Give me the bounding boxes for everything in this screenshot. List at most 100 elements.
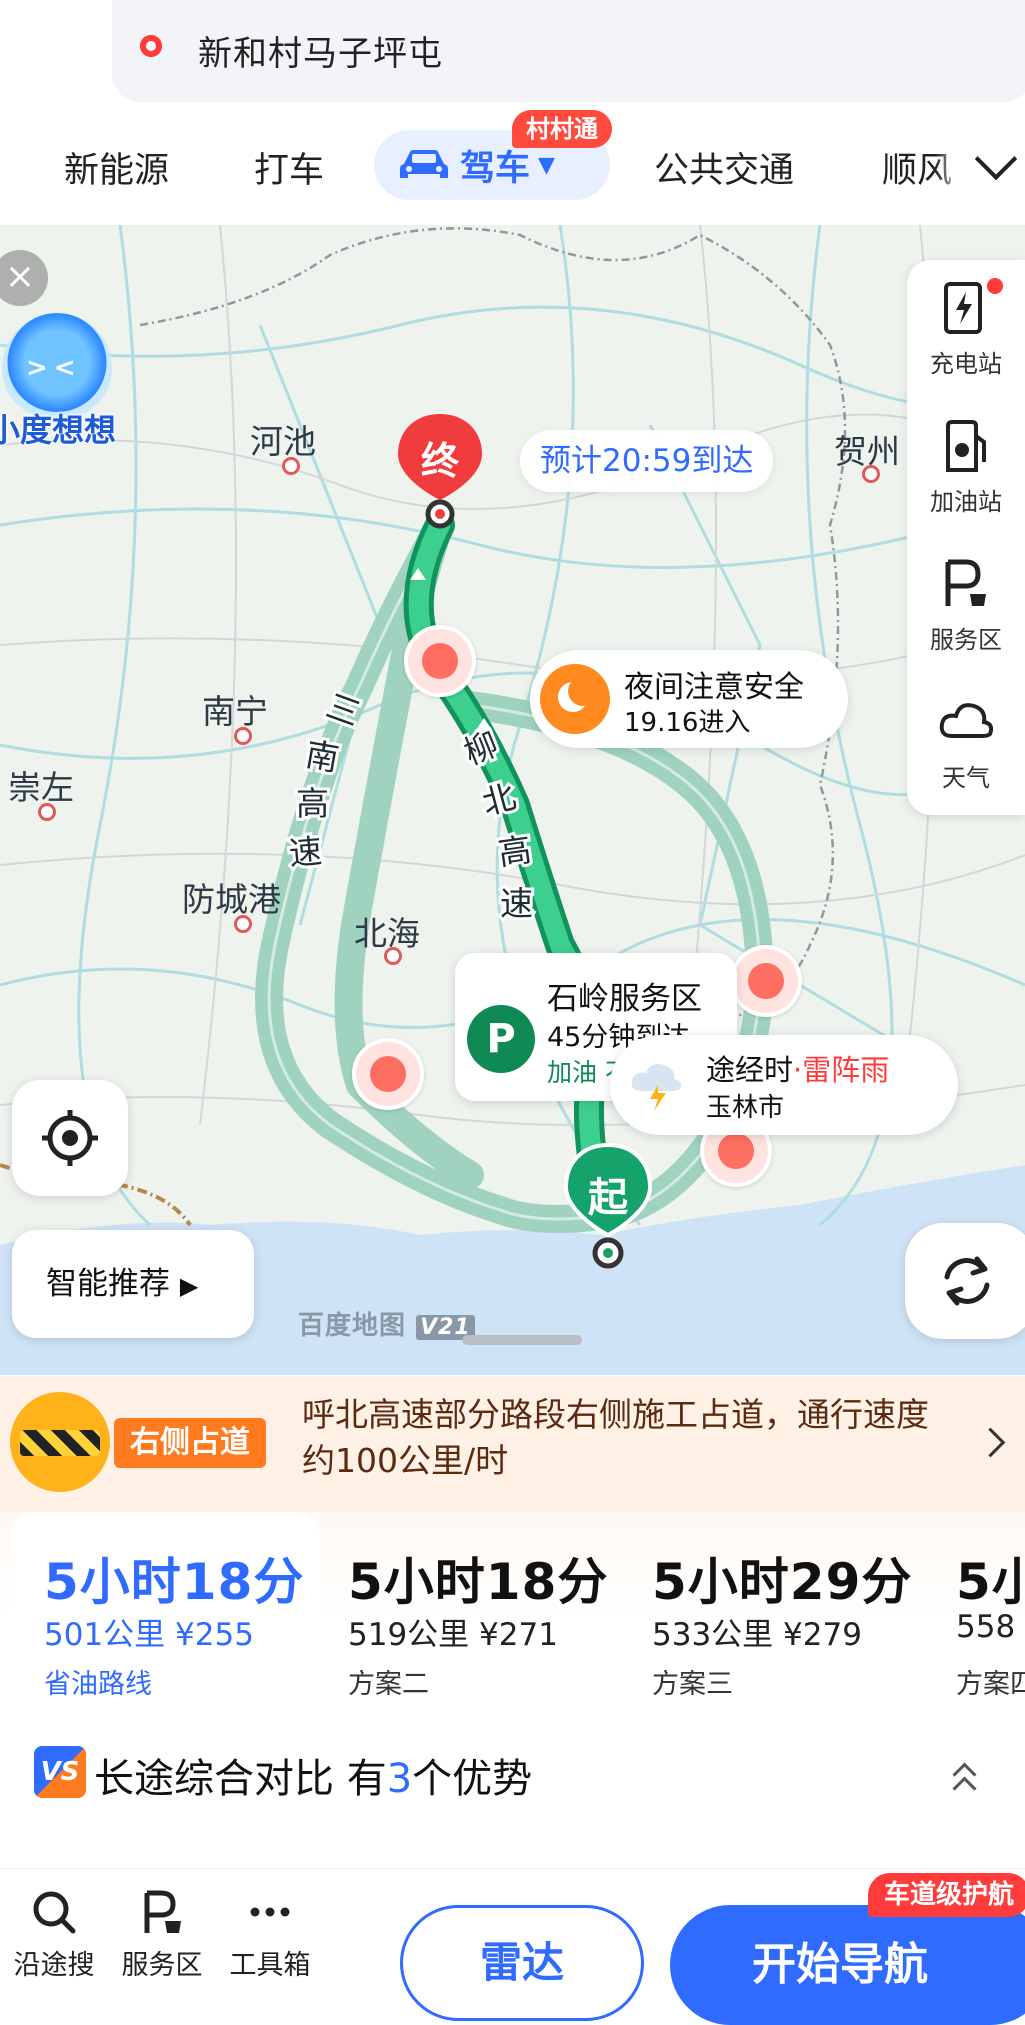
- road-barrier-icon: [10, 1392, 110, 1492]
- service-area-button[interactable]: 服务区: [112, 1887, 212, 1982]
- start-pin-label: 起: [588, 1175, 628, 1221]
- panel-drag-handle[interactable]: [462, 1335, 582, 1345]
- city-dot: [234, 727, 252, 745]
- play-arrow-icon: ▶: [179, 1272, 199, 1300]
- weather-place: 玉林市: [706, 1093, 785, 1123]
- route-map[interactable]: 三 南 高 速 柳 北 高 速 河池 贺州 南宁 崇左 防城港 北海 云浮 × …: [0, 225, 1025, 1375]
- moon-icon: [540, 664, 610, 734]
- car-icon: [400, 150, 448, 178]
- tool-weather-label: 天气: [942, 764, 990, 792]
- tool-gas-label: 加油站: [930, 488, 1002, 516]
- svg-text:高: 高: [496, 830, 534, 873]
- tool-service-area[interactable]: 服务区: [907, 554, 1025, 655]
- tool-gas-station[interactable]: 加油站: [907, 416, 1025, 517]
- map-brand-logo: 百度地图 V21: [298, 1305, 475, 1342]
- service-area-icon: [144, 1890, 181, 1933]
- service-area-name: 石岭服务区: [547, 981, 702, 1017]
- construction-warning-icon[interactable]: [352, 1038, 424, 1110]
- long-trip-compare[interactable]: VS 长途综合对比 有3个优势: [0, 1722, 1025, 1832]
- refresh-route-button[interactable]: [905, 1223, 1025, 1339]
- route-option-3[interactable]: 5小时29分 533公里 ¥279 方案三: [618, 1512, 928, 1712]
- eta-label: 预计20:59到达: [520, 430, 774, 492]
- weather-line-1: 途经时·雷阵雨: [706, 1047, 889, 1089]
- compare-text: 长途综合对比 有3个优势: [94, 1746, 532, 1804]
- tool-weather[interactable]: 天气: [907, 692, 1025, 793]
- city-dot: [384, 947, 402, 965]
- cloud-icon: [939, 703, 994, 738]
- thunderstorm-icon: [631, 1064, 682, 1111]
- chevron-right-icon: [975, 1427, 1006, 1458]
- tab-new-energy[interactable]: 新能源: [64, 142, 169, 193]
- route-distance-cost: 558: [956, 1609, 1016, 1645]
- bottom-action-bar: 沿途搜 服务区 工具箱 雷达 开始导航 车道级护航: [0, 1868, 1025, 2025]
- tab-public-transit[interactable]: 公共交通: [654, 142, 794, 193]
- assistant-eyes: ><: [26, 353, 82, 383]
- route-duration: 5小时18分: [348, 1553, 609, 1611]
- route-name: 方案四: [956, 1669, 1025, 1700]
- locate-me-button[interactable]: [12, 1080, 128, 1196]
- notice-text: 呼北高速部分路段右侧施工占道，通行速度约100公里/时: [302, 1395, 929, 1480]
- svg-text:速: 速: [287, 831, 323, 873]
- route-distance-cost: 533公里 ¥279: [652, 1617, 862, 1653]
- start-navigation-button[interactable]: 开始导航: [670, 1905, 1025, 2025]
- accident-warning-icon[interactable]: [730, 945, 802, 1017]
- tab-taxi[interactable]: 打车: [254, 142, 324, 193]
- caret-down-icon: ▼: [538, 152, 555, 178]
- route-duration: 5小: [956, 1553, 1025, 1611]
- end-pin-label: 终: [420, 439, 459, 483]
- assistant-label: 小度想想: [0, 411, 117, 449]
- route-distance-cost: 519公里 ¥271: [348, 1617, 558, 1653]
- route-name: 方案二: [348, 1669, 429, 1700]
- svg-text:高: 高: [296, 784, 329, 823]
- tool-charging-label: 充电站: [930, 350, 1002, 378]
- destination-text[interactable]: 新和村马子坪屯: [198, 26, 443, 75]
- tool-charging-station[interactable]: 充电站: [907, 278, 1025, 379]
- night-card-title: 夜间注意安全: [624, 670, 804, 705]
- route-name: 省油路线: [44, 1669, 152, 1700]
- route-options: 5小时18分 501公里 ¥255 省油路线 5小时18分 519公里 ¥271…: [0, 1512, 1025, 1722]
- route-option-4[interactable]: 5小 558 方案四: [922, 1512, 1025, 1712]
- route-distance-cost: 501公里 ¥255: [44, 1617, 254, 1653]
- compare-suffix: 个优势: [412, 1756, 533, 1802]
- smart-recommend-label: 智能推荐: [46, 1266, 170, 1302]
- city-dot: [282, 457, 300, 475]
- smart-recommend-button[interactable]: 智能推荐 ▶: [12, 1230, 254, 1338]
- route-option-1[interactable]: 5小时18分 501公里 ¥255 省油路线: [10, 1512, 320, 1712]
- construction-warning-icon[interactable]: [404, 625, 476, 697]
- route-weather-card[interactable]: 途经时·雷阵雨 玉林市: [610, 1035, 958, 1135]
- lane-guidance-badge: 车道级护航: [868, 1873, 1025, 1917]
- map-side-tools: 充电站 加油站 服务区 天气: [907, 260, 1025, 815]
- map-canvas: 三 南 高 速 柳 北 高 速: [0, 225, 1025, 1375]
- crosshair-icon: [42, 1110, 98, 1166]
- route-name: 方案三: [652, 1669, 733, 1700]
- map-brand-name: 百度地图: [298, 1311, 407, 1341]
- more-dots-icon: [250, 1907, 290, 1917]
- svg-text:速: 速: [500, 884, 533, 923]
- compare-count: 3: [386, 1756, 413, 1802]
- city-dot: [234, 915, 252, 933]
- night-safety-card[interactable]: 夜间注意安全 19.16进入: [530, 650, 848, 748]
- city-label-nanning: 南宁: [202, 692, 268, 731]
- road-notice-banner[interactable]: 右侧占道 呼北高速部分路段右侧施工占道，通行速度约100公里/时: [0, 1376, 1025, 1516]
- city-dot: [862, 465, 880, 483]
- night-card-subtitle: 19.16进入: [624, 708, 751, 738]
- toolbox-label: 工具箱: [229, 1950, 311, 1981]
- route-dots: [262, 0, 265, 2]
- weather-prefix: 途经时: [706, 1053, 794, 1087]
- notice-tag: 右侧占道: [114, 1418, 266, 1468]
- svg-text:南: 南: [303, 734, 342, 778]
- along-route-search-button[interactable]: 沿途搜: [4, 1887, 104, 1982]
- chevron-up-icon: [952, 1776, 977, 1801]
- voice-assistant[interactable]: >< 小度想想: [0, 305, 128, 455]
- compare-prefix: 长途综合对比 有: [94, 1756, 387, 1802]
- weather-sep: ·: [793, 1053, 803, 1087]
- city-dot: [38, 803, 56, 821]
- route-option-2[interactable]: 5小时18分 519公里 ¥271 方案二: [314, 1512, 624, 1712]
- gas-station-icon: [946, 420, 986, 472]
- parking-service-icon: P: [467, 1005, 535, 1073]
- toolbox-button[interactable]: 工具箱: [220, 1887, 320, 1982]
- along-route-search-label: 沿途搜: [13, 1950, 95, 1981]
- search-icon: [33, 1891, 76, 1934]
- radar-button[interactable]: 雷达: [400, 1905, 644, 2021]
- service-area-icon: [945, 559, 986, 606]
